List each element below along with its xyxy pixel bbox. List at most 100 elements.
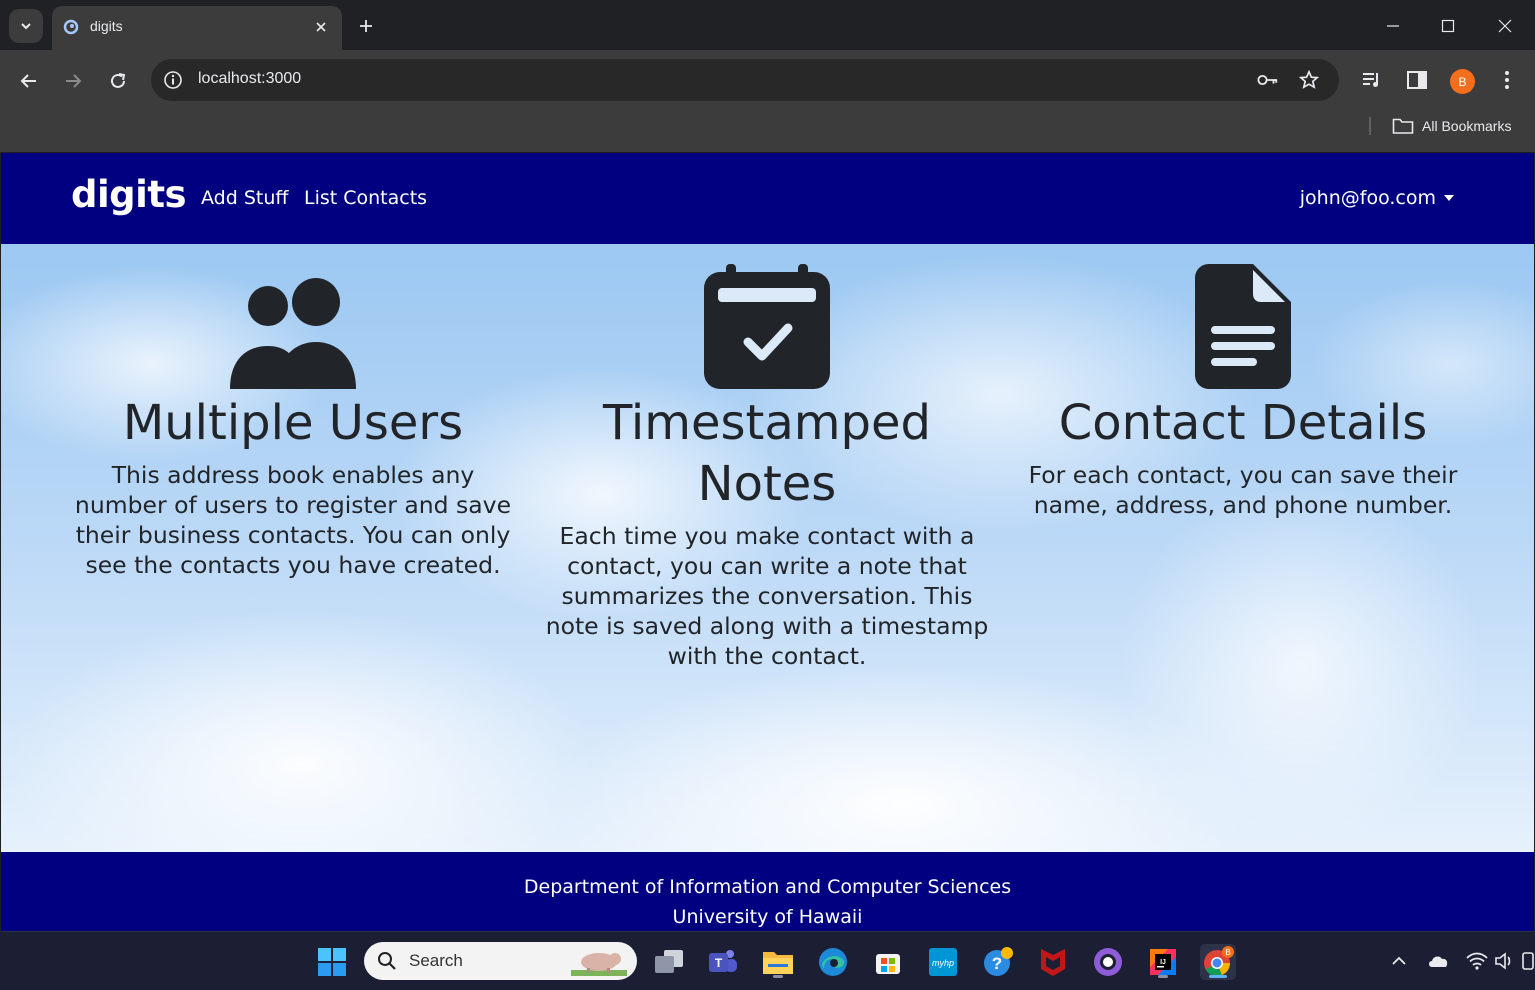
running-indicator [773, 975, 783, 978]
feature-contact-details: Contact Details For each contact, you ca… [1013, 244, 1473, 520]
myhp-button[interactable]: myhp [925, 944, 961, 980]
chevron-down-icon [21, 23, 31, 30]
feature-title: Timestamped Notes [603, 395, 931, 512]
active-indicator [1209, 975, 1227, 978]
chrome-button[interactable]: B [1200, 944, 1236, 980]
tab-title: digits [90, 18, 123, 34]
maximize-button[interactable] [1435, 13, 1461, 39]
info-icon[interactable] [163, 70, 183, 90]
side-panel-icon [1407, 71, 1427, 89]
profile-avatar[interactable]: B [1450, 69, 1475, 94]
feature-title: Contact Details [1058, 395, 1428, 451]
arrow-right-icon [66, 74, 82, 88]
feature-title: Multiple Users [122, 395, 464, 451]
footer-department: Department of Information and Computer S… [523, 876, 1012, 898]
task-view-button[interactable] [651, 944, 687, 980]
tab-close-button[interactable] [312, 18, 330, 36]
svg-text:T: T [715, 956, 723, 970]
caret-down-icon [1444, 195, 1454, 201]
side-panel-button[interactable] [1405, 68, 1429, 92]
forward-button[interactable] [59, 67, 87, 95]
key-icon [1257, 74, 1278, 86]
chevron-up-icon [1392, 956, 1406, 965]
get-help-button[interactable]: ? [980, 944, 1016, 980]
back-button[interactable] [15, 67, 43, 95]
running-indicator [1158, 975, 1168, 978]
cloud-icon [1429, 956, 1448, 967]
media-control-button[interactable] [1360, 68, 1384, 92]
feature-timestamped-notes: Timestamped Notes Each time you make con… [537, 244, 997, 671]
file-explorer-icon [763, 952, 793, 974]
all-bookmarks-button[interactable]: All Bookmarks [1422, 118, 1511, 134]
address-bar[interactable]: localhost:3000 [151, 59, 1339, 101]
store-button[interactable] [870, 944, 906, 980]
calendar-check-icon [704, 264, 830, 389]
teams-icon: T [709, 950, 737, 972]
close-window-button[interactable] [1492, 13, 1518, 39]
nav-list-contacts[interactable]: List Contacts [304, 187, 427, 209]
star-icon [1299, 70, 1319, 89]
user-dropdown[interactable]: john@foo.com [1300, 187, 1454, 209]
wifi-button[interactable] [1466, 950, 1488, 972]
new-tab-button[interactable] [355, 15, 377, 37]
svg-text:IJ: IJ [1160, 959, 1166, 966]
users-icon [230, 278, 356, 389]
speaker-icon [1495, 952, 1511, 970]
battery-button[interactable] [1520, 950, 1535, 972]
onedrive-button[interactable] [1427, 950, 1449, 972]
svg-text:myhp: myhp [932, 958, 954, 968]
footer-university: University of Hawaii [672, 906, 863, 928]
minimize-button[interactable] [1380, 13, 1406, 39]
mcafee-icon [1041, 949, 1065, 976]
file-text-icon [1195, 264, 1291, 389]
reload-icon [111, 73, 126, 88]
teams-button[interactable]: T [705, 944, 741, 980]
app-footer: Department of Information and Computer S… [1, 852, 1534, 931]
volume-button[interactable] [1494, 950, 1516, 972]
feature-text: Each time you make contact with a contac… [545, 522, 989, 670]
pig-illustration-icon [571, 953, 627, 976]
search-label: Search [409, 951, 463, 970]
help-icon: ? [984, 947, 1013, 976]
chrome-menu-button[interactable] [1495, 68, 1519, 92]
reload-button[interactable] [104, 67, 132, 95]
file-explorer-button[interactable] [760, 944, 796, 980]
mcafee-button[interactable] [1035, 944, 1071, 980]
edge-button[interactable] [815, 944, 851, 980]
myhp-icon: myhp [929, 948, 957, 976]
edge-icon [819, 948, 847, 976]
wifi-icon [1466, 952, 1488, 970]
browser-tab[interactable]: digits [52, 6, 342, 50]
url-text[interactable]: localhost:3000 [198, 70, 301, 88]
close-icon [1498, 19, 1512, 33]
github-desktop-icon [1094, 948, 1122, 976]
github-desktop-button[interactable] [1090, 944, 1126, 980]
brand-link[interactable]: digits [71, 173, 187, 216]
password-key-button[interactable] [1257, 69, 1279, 91]
intellij-button[interactable]: IJ [1145, 944, 1181, 980]
task-view-icon [655, 950, 683, 973]
taskbar-search[interactable]: Search [364, 942, 637, 980]
show-hidden-icons-button[interactable] [1388, 950, 1410, 972]
search-icon [378, 952, 396, 970]
app-navbar: digits Add Stuff List Contacts john@foo.… [1, 153, 1534, 244]
close-icon [316, 22, 326, 32]
plus-icon [360, 20, 372, 32]
bookmark-star-button[interactable] [1298, 69, 1320, 91]
store-icon [876, 954, 900, 974]
maximize-icon [1441, 19, 1455, 33]
playlist-icon [1363, 73, 1378, 87]
feature-multiple-users: Multiple Users This address book enables… [63, 244, 523, 580]
arrow-left-icon [20, 74, 36, 88]
favicon-icon [63, 19, 79, 35]
user-email: john@foo.com [1299, 187, 1436, 209]
browser-tabstrip: digits [0, 0, 1535, 50]
more-vert-icon [1505, 71, 1509, 89]
chrome-icon: B [1204, 946, 1234, 977]
svg-text:?: ? [992, 954, 1002, 973]
svg-text:B: B [1225, 948, 1230, 957]
nav-add-stuff[interactable]: Add Stuff [201, 187, 288, 209]
start-button[interactable] [314, 944, 350, 980]
landing-hero: Multiple Users This address book enables… [1, 244, 1534, 852]
tab-search-button[interactable] [9, 9, 43, 43]
